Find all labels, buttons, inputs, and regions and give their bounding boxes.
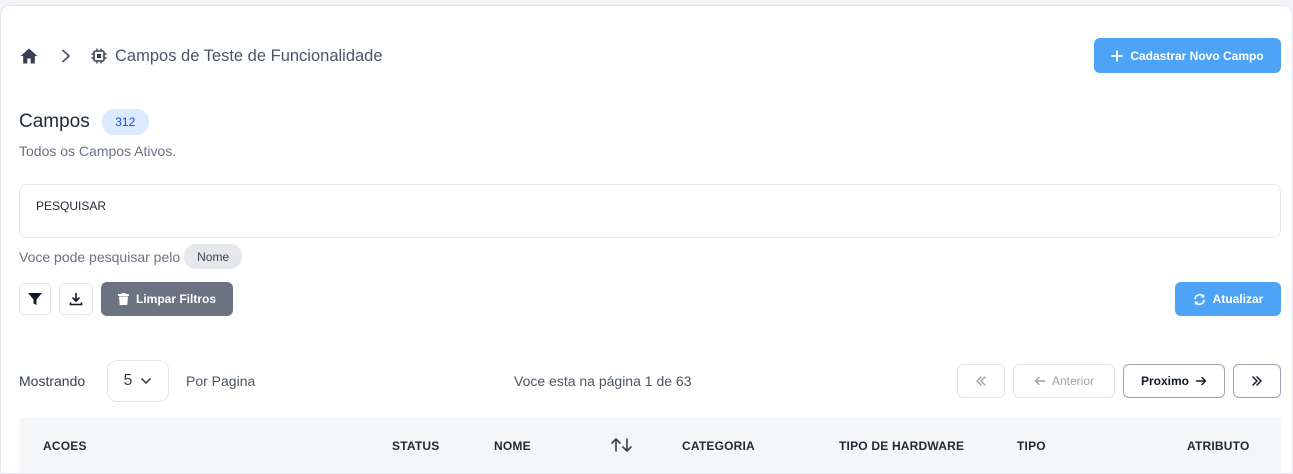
search-hint: Voce pode pesquisar pelo Nome: [19, 244, 243, 269]
home-icon[interactable]: [19, 46, 39, 66]
column-header-tipo[interactable]: TIPO: [1017, 439, 1046, 453]
per-page-label: Por Pagina: [186, 373, 256, 389]
chevron-down-icon: [141, 378, 152, 384]
column-header-acoes: ACOES: [43, 439, 87, 453]
last-page-button[interactable]: [1233, 364, 1281, 398]
download-icon: [69, 292, 83, 306]
column-header-atributo[interactable]: ATRIBUTO: [1187, 439, 1250, 453]
section-header: Campos 312: [19, 109, 149, 135]
column-header-tipo-de-hardware[interactable]: TIPO DE HARDWARE: [839, 439, 964, 453]
download-button[interactable]: [59, 283, 93, 315]
column-header-categoria[interactable]: CATEGORIA: [682, 439, 755, 453]
next-page-button[interactable]: Proximo: [1123, 364, 1225, 398]
add-field-button[interactable]: Cadastrar Novo Campo: [1094, 38, 1281, 73]
page-title: Campos de Teste de Funcionalidade: [115, 46, 383, 65]
column-header-nome[interactable]: NOME: [494, 439, 531, 453]
previous-page-button[interactable]: Anterior: [1013, 364, 1115, 398]
sort-icon[interactable]: [610, 437, 634, 453]
page-info: Voce esta na página 1 de 63: [514, 373, 692, 389]
per-page-select[interactable]: 5: [107, 360, 169, 402]
previous-page-label: Anterior: [1051, 374, 1095, 388]
count-badge: 312: [101, 109, 149, 135]
chevrons-right-icon: [1252, 376, 1262, 386]
showing-label: Mostrando: [19, 373, 86, 389]
column-header-status[interactable]: STATUS: [392, 439, 439, 453]
arrow-right-icon: [1195, 376, 1207, 386]
clear-filters-button[interactable]: Limpar Filtros: [101, 282, 233, 316]
search-field-chip: Nome: [184, 244, 243, 269]
breadcrumb: Campos de Teste de Funcionalidade: [19, 45, 383, 67]
search-input[interactable]: [19, 184, 1281, 238]
filter-button[interactable]: [19, 283, 51, 315]
plus-icon: [1111, 49, 1124, 62]
chip-icon: [91, 48, 107, 64]
refresh-icon: [1193, 293, 1205, 305]
add-field-label: Cadastrar Novo Campo: [1130, 48, 1264, 63]
chevron-right-icon: [62, 49, 70, 63]
per-page-value: 5: [123, 372, 133, 389]
section-subtitle: Todos os Campos Ativos.: [19, 143, 177, 159]
table-header: ACOES STATUS NOME CATEGORIA TIPO DE HARD…: [19, 418, 1281, 474]
chevrons-left-icon: [976, 376, 986, 386]
main-card: Campos de Teste de Funcionalidade Cadast…: [0, 5, 1293, 474]
refresh-button[interactable]: Atualizar: [1175, 282, 1281, 316]
section-title: Campos: [19, 111, 90, 132]
next-page-label: Proximo: [1140, 374, 1189, 388]
search-hint-text: Voce pode pesquisar pelo: [19, 248, 181, 265]
arrow-left-icon: [1034, 376, 1046, 386]
first-page-button[interactable]: [957, 364, 1005, 398]
refresh-label: Atualizar: [1212, 292, 1264, 306]
clear-filters-label: Limpar Filtros: [135, 292, 216, 306]
trash-icon: [117, 293, 129, 305]
filter-icon: [28, 293, 42, 305]
